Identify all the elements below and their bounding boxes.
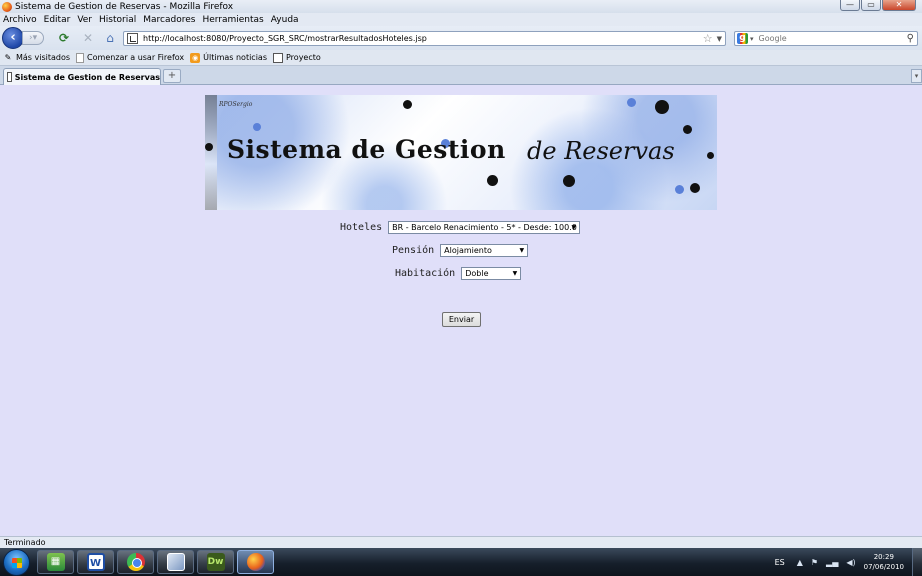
taskbar-word[interactable]: W bbox=[77, 550, 114, 574]
show-desktop-button[interactable] bbox=[912, 548, 922, 576]
volume-icon[interactable]: ◀) bbox=[846, 558, 855, 567]
bookmark-proyecto[interactable]: Proyecto bbox=[273, 52, 321, 63]
window-title: Sistema de Gestion de Reservas - Mozilla… bbox=[15, 1, 234, 12]
bookmark-comenzar-firefox[interactable]: Comenzar a usar Firefox bbox=[76, 52, 185, 63]
taskbar-chrome[interactable] bbox=[117, 550, 154, 574]
hotel-select[interactable]: BR - Barcelo Renacimiento - 5* - Desde: … bbox=[388, 221, 581, 234]
window-titlebar: Sistema de Gestion de Reservas - Mozilla… bbox=[0, 0, 922, 13]
url-dropdown-icon[interactable]: ▼ bbox=[717, 35, 722, 43]
word-icon: W bbox=[86, 553, 105, 571]
smart-folder-icon: ✎ bbox=[4, 52, 12, 62]
search-input[interactable] bbox=[758, 34, 907, 43]
explorer-icon: ▦ bbox=[46, 553, 65, 571]
menu-historial[interactable]: Historial bbox=[99, 15, 136, 25]
bookmark-label: Comenzar a usar Firefox bbox=[87, 53, 185, 62]
taskbar-explorer[interactable]: ▦ bbox=[37, 550, 74, 574]
menu-marcadores[interactable]: Marcadores bbox=[143, 15, 195, 25]
status-text: Terminado bbox=[4, 538, 46, 547]
site-banner: RPOSergio Sistema de Gestion de Reservas bbox=[205, 95, 717, 210]
network-signal-icon[interactable]: ▂▄ bbox=[826, 558, 838, 567]
system-tray: ES ▲ ⚑ ▂▄ ◀) 20:29 07/06/2010 bbox=[775, 548, 922, 576]
clock[interactable]: 20:29 07/06/2010 bbox=[864, 552, 904, 572]
site-favicon-icon bbox=[127, 33, 138, 44]
menu-ayuda[interactable]: Ayuda bbox=[271, 15, 299, 25]
google-engine-icon[interactable]: g bbox=[737, 33, 748, 44]
pension-label: Pensión bbox=[392, 245, 435, 256]
tab-favicon-icon bbox=[7, 72, 12, 82]
stop-icon[interactable]: ✕ bbox=[81, 31, 95, 45]
url-text[interactable]: http://localhost:8080/Proyecto_SGR_SRC/m… bbox=[143, 34, 703, 43]
bookmark-ultimas-noticias[interactable]: ◉ Últimas noticias bbox=[190, 52, 267, 63]
minimize-button[interactable]: — bbox=[840, 0, 860, 11]
rss-icon: ◉ bbox=[190, 52, 201, 63]
banner-signature: RPOSergio bbox=[219, 101, 253, 108]
start-button[interactable] bbox=[3, 549, 30, 576]
dreamweaver-icon: Dw bbox=[206, 553, 225, 571]
bookmark-star-icon[interactable]: ☆ bbox=[703, 32, 713, 45]
page-icon bbox=[76, 52, 85, 63]
bookmark-label: Más visitados bbox=[16, 53, 71, 62]
maximize-button[interactable]: ▭ bbox=[861, 0, 881, 11]
search-bar[interactable]: g ▾ ⚲ bbox=[734, 31, 918, 46]
banner-title: Sistema de Gestion bbox=[227, 135, 506, 164]
pension-select[interactable]: Alojamiento ▼ bbox=[440, 244, 529, 257]
show-hidden-icons-icon[interactable]: ▲ bbox=[797, 558, 803, 567]
clock-date: 07/06/2010 bbox=[863, 563, 904, 571]
home-icon[interactable]: ⌂ bbox=[103, 31, 117, 45]
pension-select-value: Alojamiento bbox=[444, 246, 492, 255]
tab-label: Sistema de Gestion de Reservas bbox=[14, 72, 160, 82]
virtualbox-icon bbox=[166, 553, 185, 571]
back-button[interactable]: ‹ bbox=[2, 27, 24, 49]
bookmark-mas-visitados[interactable]: ✎ Más visitados bbox=[3, 53, 70, 63]
search-icon[interactable]: ⚲ bbox=[907, 33, 914, 44]
language-indicator[interactable]: ES bbox=[775, 558, 785, 567]
tab-sistema-gestion[interactable]: Sistema de Gestion de Reservas bbox=[3, 68, 161, 85]
tab-strip: Sistema de Gestion de Reservas + ▾ bbox=[0, 66, 922, 85]
chevron-down-icon: ▼ bbox=[571, 224, 577, 231]
clock-time: 20:29 bbox=[873, 553, 894, 561]
submit-button[interactable]: Enviar bbox=[442, 312, 481, 327]
navigation-toolbar: ‹ ›▾ ⟳ ✕ ⌂ http://localhost:8080/Proyect… bbox=[0, 26, 922, 50]
hotel-label: Hoteles bbox=[340, 222, 383, 233]
menu-bar: Archivo Editar Ver Historial Marcadores … bbox=[0, 13, 922, 26]
project-favicon-icon bbox=[273, 52, 283, 63]
habitacion-label: Habitación bbox=[395, 268, 456, 279]
habitacion-row: Habitación Doble ▼ bbox=[395, 267, 522, 280]
banner-subtitle: de Reservas bbox=[527, 137, 675, 165]
menu-ver[interactable]: Ver bbox=[77, 15, 92, 25]
pension-row: Pensión Alojamiento ▼ bbox=[392, 244, 529, 257]
bookmarks-toolbar: ✎ Más visitados Comenzar a usar Firefox … bbox=[0, 50, 922, 66]
chevron-down-icon: ▼ bbox=[519, 247, 525, 254]
chevron-down-icon: ▼ bbox=[512, 270, 518, 277]
new-tab-button[interactable]: + bbox=[163, 69, 181, 83]
url-bar[interactable]: http://localhost:8080/Proyecto_SGR_SRC/m… bbox=[123, 31, 726, 46]
status-bar: Terminado bbox=[0, 536, 922, 548]
page-content: RPOSergio Sistema de Gestion de Reservas… bbox=[0, 85, 922, 536]
close-button[interactable]: ✕ bbox=[882, 0, 916, 11]
forward-button[interactable]: ›▾ bbox=[22, 31, 44, 45]
firefox-icon bbox=[2, 1, 12, 12]
habitacion-select[interactable]: Doble ▼ bbox=[461, 267, 522, 280]
chrome-icon bbox=[126, 553, 145, 571]
taskbar: ▦ W Dw ES ▲ ⚑ ▂▄ ◀) 20:29 07/06/2010 bbox=[0, 548, 922, 576]
menu-editar[interactable]: Editar bbox=[44, 15, 71, 25]
habitacion-select-value: Doble bbox=[465, 269, 489, 278]
window-controls: — ▭ ✕ bbox=[840, 0, 916, 11]
firefox-icon bbox=[246, 553, 265, 571]
hotel-row: Hoteles BR - Barcelo Renacimiento - 5* -… bbox=[340, 221, 581, 234]
taskbar-dreamweaver[interactable]: Dw bbox=[197, 550, 234, 574]
menu-archivo[interactable]: Archivo bbox=[3, 15, 37, 25]
tab-list-button[interactable]: ▾ bbox=[911, 69, 922, 83]
bookmark-label: Últimas noticias bbox=[203, 53, 267, 62]
hotel-select-value: BR - Barcelo Renacimiento - 5* - Desde: … bbox=[392, 223, 577, 232]
reload-icon[interactable]: ⟳ bbox=[57, 31, 71, 45]
bookmark-label: Proyecto bbox=[286, 53, 321, 62]
search-engine-dropdown-icon[interactable]: ▾ bbox=[750, 35, 754, 43]
menu-herramientas[interactable]: Herramientas bbox=[202, 15, 263, 25]
taskbar-firefox[interactable] bbox=[237, 550, 274, 574]
action-center-flag-icon[interactable]: ⚑ bbox=[811, 558, 818, 567]
taskbar-virtualbox[interactable] bbox=[157, 550, 194, 574]
